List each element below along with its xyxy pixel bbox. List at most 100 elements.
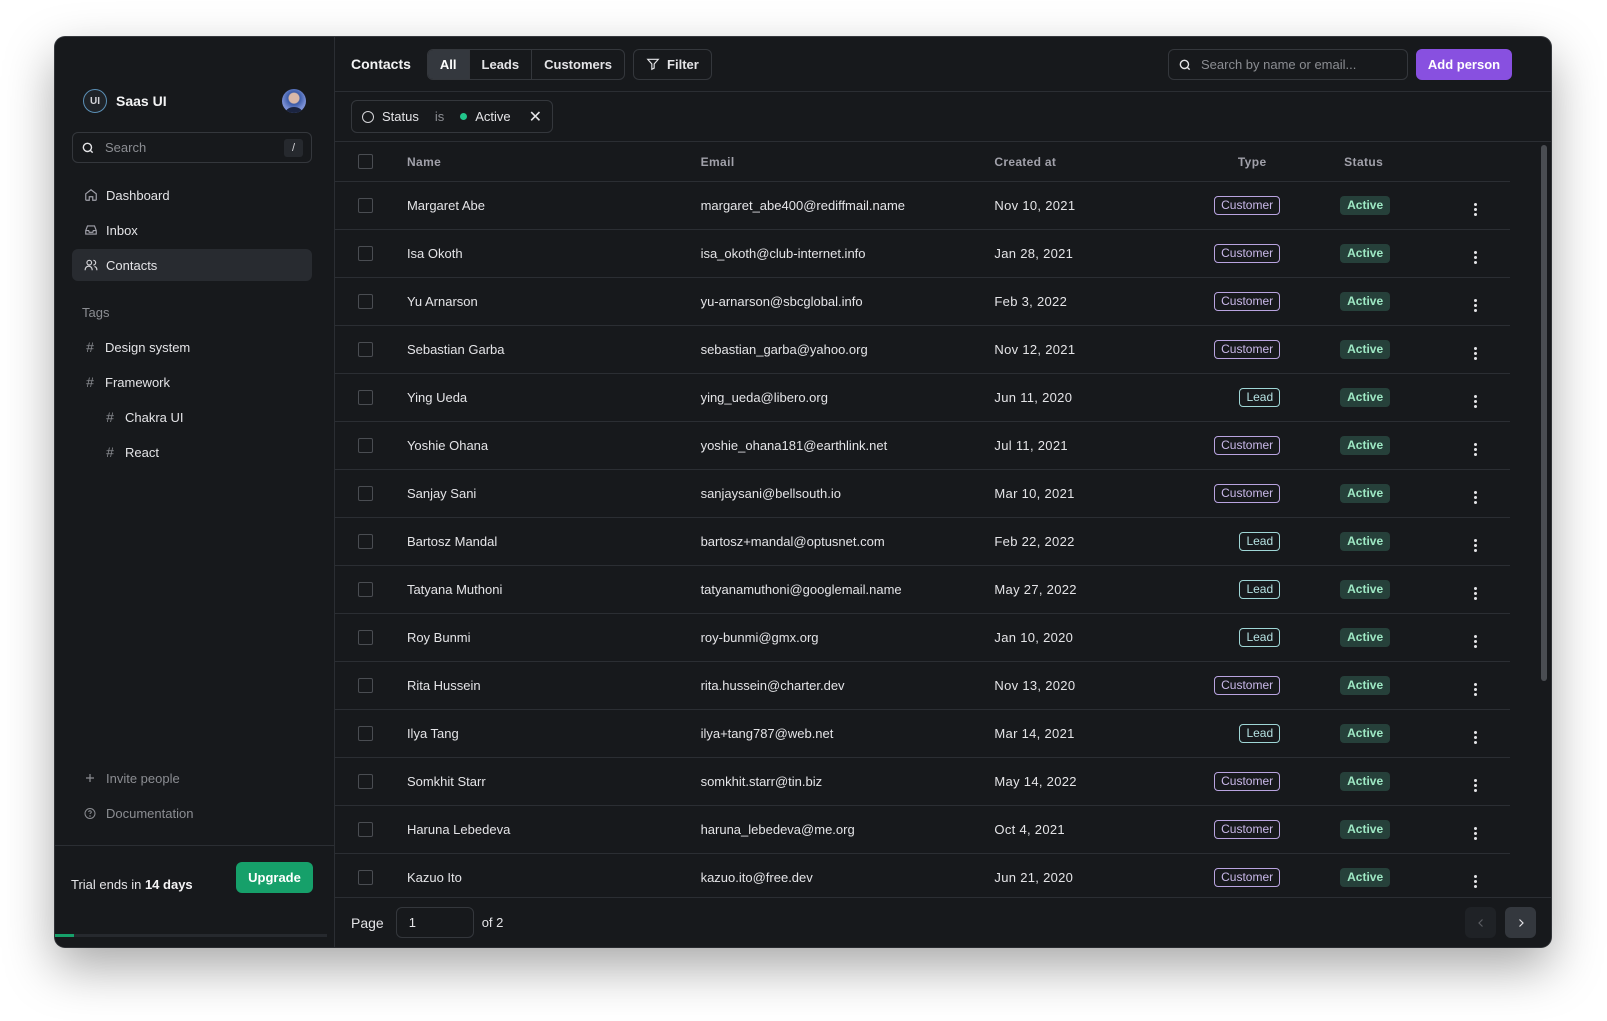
tab-customers[interactable]: Customers xyxy=(532,50,624,79)
row-checkbox[interactable] xyxy=(358,630,373,646)
row-checkbox[interactable] xyxy=(358,774,373,790)
row-select-cell xyxy=(335,853,407,897)
table-row[interactable]: Somkhit Starr somkhit.starr@tin.biz May … xyxy=(335,757,1510,806)
row-checkbox[interactable] xyxy=(358,534,373,550)
tag-framework[interactable]: # Framework xyxy=(72,366,312,398)
app-window: UI Saas UI Search / Dashboard Inbox Cont… xyxy=(55,37,1551,947)
contact-status-cell: Active xyxy=(1300,661,1441,710)
more-vertical-icon[interactable] xyxy=(1473,395,1477,408)
table-row[interactable]: Sanjay Sani sanjaysani@bellsouth.io Mar … xyxy=(335,469,1510,518)
sidebar-nav: Dashboard Inbox Contacts xyxy=(72,179,312,284)
more-vertical-icon[interactable] xyxy=(1473,491,1477,504)
more-vertical-icon[interactable] xyxy=(1473,827,1477,840)
tag-react[interactable]: # React xyxy=(72,436,312,468)
next-page-button[interactable] xyxy=(1505,907,1536,938)
more-vertical-icon[interactable] xyxy=(1473,347,1477,360)
more-vertical-icon[interactable] xyxy=(1473,539,1477,552)
row-checkbox[interactable] xyxy=(358,678,373,694)
more-vertical-icon[interactable] xyxy=(1473,443,1477,456)
column-header-type[interactable]: Type xyxy=(1144,143,1301,182)
table-row[interactable]: Isa Okoth isa_okoth@club-internet.info J… xyxy=(335,229,1510,278)
table-row[interactable]: Roy Bunmi roy-bunmi@gmx.org Jan 10, 2020… xyxy=(335,613,1510,662)
column-header-name[interactable]: Name xyxy=(406,143,701,182)
select-all-checkbox[interactable] xyxy=(358,154,373,170)
row-checkbox[interactable] xyxy=(358,438,373,454)
documentation-link[interactable]: Documentation xyxy=(72,797,312,829)
row-select-cell xyxy=(335,325,407,374)
row-checkbox[interactable] xyxy=(358,246,373,262)
row-checkbox[interactable] xyxy=(358,822,373,838)
previous-page-button[interactable] xyxy=(1465,907,1496,938)
row-checkbox[interactable] xyxy=(358,390,373,406)
brand[interactable]: UI Saas UI xyxy=(83,89,167,113)
trial-days: 14 days xyxy=(144,877,193,892)
table-row[interactable]: Yu Arnarson yu-arnarson@sbcglobal.info F… xyxy=(335,277,1510,326)
page-number-input[interactable] xyxy=(395,907,474,938)
toolbar: Contacts All Leads Customers Filter Sear… xyxy=(335,37,1551,92)
contacts-search-input[interactable]: Search by name or email... xyxy=(1168,49,1408,80)
row-checkbox[interactable] xyxy=(358,342,373,358)
contact-type-cell: Customer xyxy=(1144,853,1301,897)
more-vertical-icon[interactable] xyxy=(1473,635,1477,648)
tab-all[interactable]: All xyxy=(427,49,470,79)
tab-leads[interactable]: Leads xyxy=(470,49,533,79)
table-row[interactable]: Tatyana Muthoni tatyanamuthoni@googlemai… xyxy=(335,565,1510,614)
user-avatar[interactable] xyxy=(282,89,306,113)
status-badge: Active xyxy=(1340,675,1391,695)
table-scrollbar[interactable] xyxy=(1541,145,1547,681)
tag-chakra-ui[interactable]: # Chakra UI xyxy=(72,401,312,433)
status-filter-chip[interactable]: Status is Active ✕ xyxy=(351,100,554,133)
more-vertical-icon[interactable] xyxy=(1473,203,1477,216)
sidebar-item-dashboard[interactable]: Dashboard xyxy=(72,179,312,211)
add-person-button[interactable]: Add person xyxy=(1416,49,1512,80)
trial-panel: Trial ends in 14 days Upgrade xyxy=(55,845,335,947)
contact-type-cell: Lead xyxy=(1144,613,1301,662)
sidebar-search-input[interactable]: Search / xyxy=(72,132,312,163)
contacts-search-placeholder: Search by name or email... xyxy=(1201,57,1357,72)
upgrade-button[interactable]: Upgrade xyxy=(236,862,313,893)
table-row[interactable]: Kazuo Ito kazuo.ito@free.dev Jun 21, 202… xyxy=(335,853,1510,897)
row-checkbox[interactable] xyxy=(358,582,373,598)
row-checkbox[interactable] xyxy=(358,294,373,310)
sidebar-item-contacts[interactable]: Contacts xyxy=(72,249,312,281)
table-row[interactable]: Ying Ueda ying_ueda@libero.org Jun 11, 2… xyxy=(335,373,1510,422)
table-row[interactable]: Sebastian Garba sebastian_garba@yahoo.or… xyxy=(335,325,1510,374)
more-vertical-icon[interactable] xyxy=(1473,251,1477,264)
brand-logo: UI xyxy=(83,89,107,113)
row-actions-cell xyxy=(1440,565,1510,614)
table-row[interactable]: Bartosz Mandal bartosz+mandal@optusnet.c… xyxy=(335,517,1510,566)
table-row[interactable]: Rita Hussein rita.hussein@charter.dev No… xyxy=(335,661,1510,710)
more-vertical-icon[interactable] xyxy=(1473,587,1477,600)
column-header-status[interactable]: Status xyxy=(1300,143,1441,182)
remove-filter-icon[interactable]: ✕ xyxy=(529,107,542,127)
column-header-email[interactable]: Email xyxy=(700,143,995,182)
contact-created-at: Jun 11, 2020 xyxy=(994,373,1145,422)
column-header-created[interactable]: Created at xyxy=(994,143,1145,182)
more-vertical-icon[interactable] xyxy=(1473,683,1477,696)
filter-button[interactable]: Filter xyxy=(633,48,712,80)
row-checkbox[interactable] xyxy=(358,486,373,502)
sidebar-item-inbox[interactable]: Inbox xyxy=(72,214,312,246)
type-badge: Customer xyxy=(1214,675,1281,695)
contact-name: Margaret Abe xyxy=(406,181,701,230)
more-vertical-icon[interactable] xyxy=(1473,299,1477,312)
tag-design-system[interactable]: # Design system xyxy=(72,331,312,363)
table-row[interactable]: Yoshie Ohana yoshie_ohana181@earthlink.n… xyxy=(335,421,1510,470)
table-row[interactable]: Haruna Lebedeva haruna_lebedeva@me.org O… xyxy=(335,805,1510,854)
active-dot-icon xyxy=(460,113,468,120)
row-checkbox[interactable] xyxy=(358,198,373,214)
table-row[interactable]: Ilya Tang ilya+tang787@web.net Mar 14, 2… xyxy=(335,709,1510,758)
row-checkbox[interactable] xyxy=(358,726,373,742)
table-row[interactable]: Margaret Abe margaret_abe400@rediffmail.… xyxy=(335,181,1510,230)
status-badge: Active xyxy=(1340,723,1391,743)
status-badge: Active xyxy=(1340,387,1391,407)
more-vertical-icon[interactable] xyxy=(1473,875,1477,888)
more-vertical-icon[interactable] xyxy=(1473,779,1477,792)
type-badge: Customer xyxy=(1214,483,1281,503)
contact-status-cell: Active xyxy=(1300,277,1441,326)
status-badge: Active xyxy=(1340,531,1391,551)
hash-icon: # xyxy=(106,444,114,460)
more-vertical-icon[interactable] xyxy=(1473,731,1477,744)
invite-people-link[interactable]: Invite people xyxy=(72,762,312,794)
row-checkbox[interactable] xyxy=(358,870,373,886)
